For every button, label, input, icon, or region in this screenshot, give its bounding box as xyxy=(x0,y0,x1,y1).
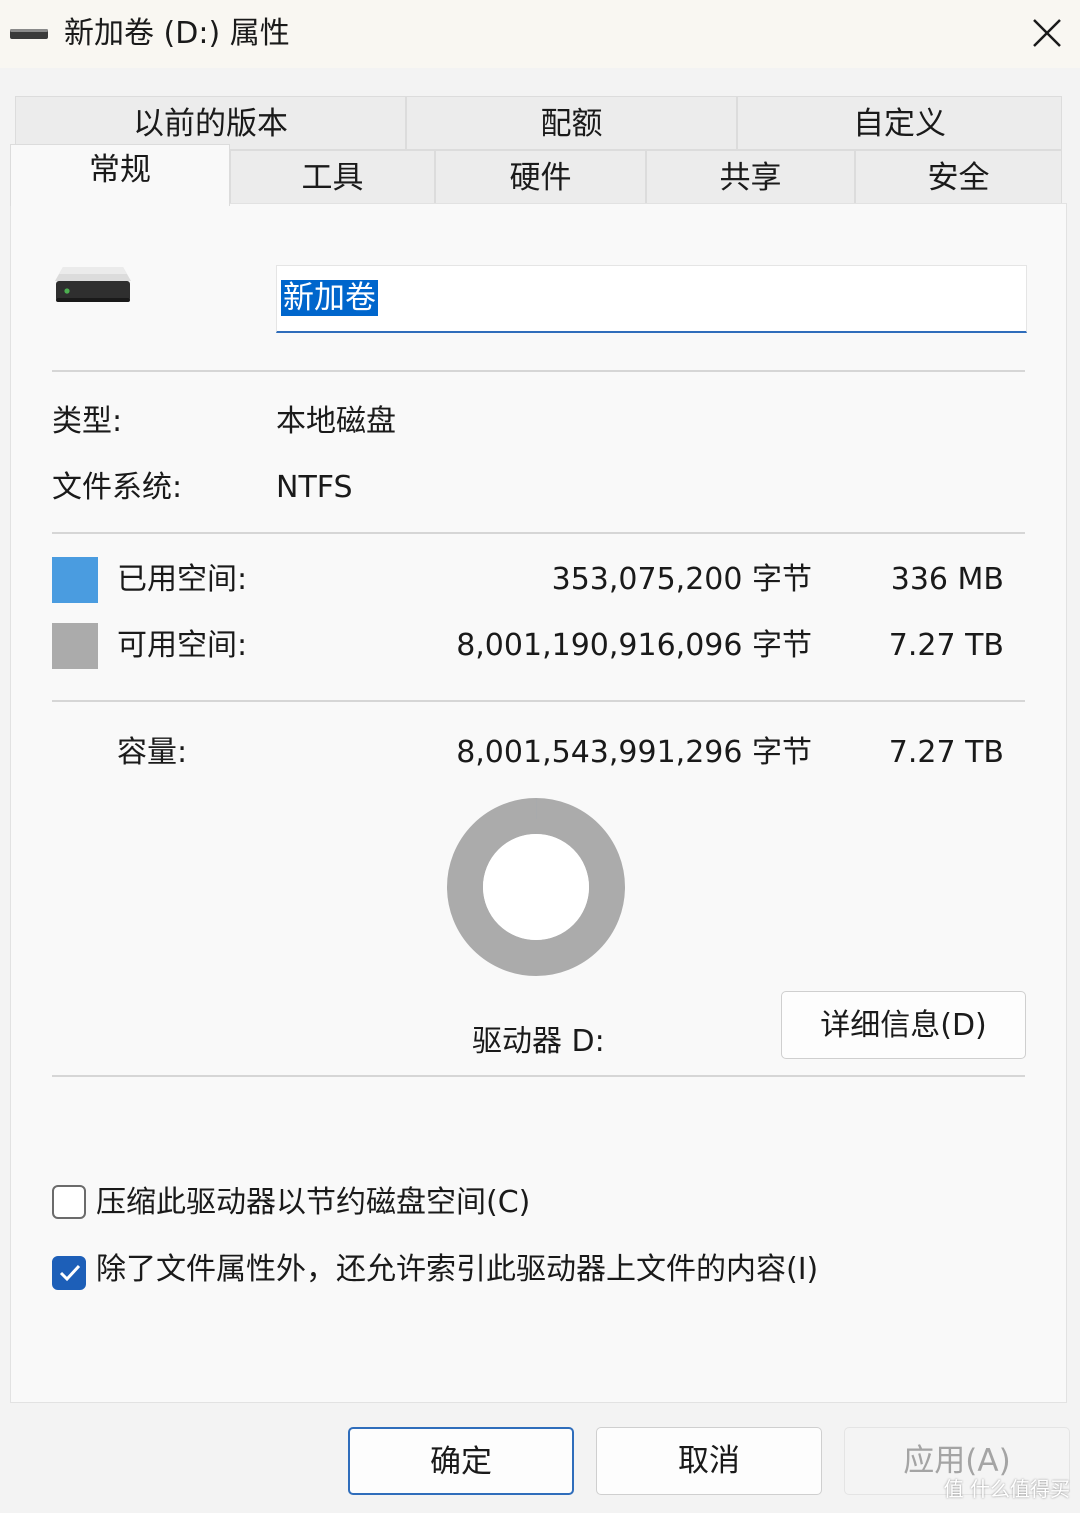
used-space-swatch xyxy=(52,557,98,603)
close-icon xyxy=(1033,19,1061,47)
tab-hardware[interactable]: 硬件 xyxy=(435,150,646,204)
window-title: 新加卷 (D:) 属性 xyxy=(64,16,290,51)
free-space-label: 可用空间: xyxy=(117,628,248,663)
tab-tools[interactable]: 工具 xyxy=(230,150,435,204)
checkmark-icon xyxy=(59,1264,81,1282)
capacity-bytes: 8,001,543,991,296 字节 xyxy=(456,735,812,770)
details-button[interactable]: 详细信息(D) xyxy=(781,991,1026,1059)
index-checkbox[interactable] xyxy=(52,1256,86,1290)
compress-checkbox[interactable] xyxy=(52,1185,86,1219)
tab-quota[interactable]: 配额 xyxy=(406,96,737,150)
tab-security[interactable]: 安全 xyxy=(855,150,1062,204)
used-space-label: 已用空间: xyxy=(117,562,248,597)
index-label: 除了文件属性外，还允许索引此驱动器上文件的内容(I) xyxy=(96,1252,819,1287)
ok-button[interactable]: 确定 xyxy=(348,1427,574,1495)
tab-general[interactable]: 常规 xyxy=(10,144,230,206)
divider xyxy=(52,1075,1025,1077)
free-space-size: 7.27 TB xyxy=(888,628,1004,663)
close-button[interactable] xyxy=(1020,8,1072,60)
title-bar: 新加卷 (D:) 属性 xyxy=(0,0,1080,68)
cancel-button[interactable]: 取消 xyxy=(596,1427,822,1495)
used-space-size: 336 MB xyxy=(890,562,1004,597)
tab-sharing[interactable]: 共享 xyxy=(646,150,855,204)
free-space-bytes: 8,001,190,916,096 字节 xyxy=(456,628,812,663)
volume-name-input[interactable]: 新加卷 xyxy=(276,265,1027,333)
drive-icon xyxy=(10,29,48,39)
drive-letter-label: 驱动器 D: xyxy=(472,1024,605,1059)
filesystem-value: NTFS xyxy=(276,470,353,505)
divider xyxy=(52,370,1025,372)
capacity-size: 7.27 TB xyxy=(888,735,1004,770)
tab-row-back: 以前的版本 配额 自定义 xyxy=(15,96,1062,150)
tab-customize[interactable]: 自定义 xyxy=(737,96,1062,150)
used-space-bytes: 353,075,200 字节 xyxy=(551,562,812,597)
divider xyxy=(52,700,1025,702)
type-label: 类型: xyxy=(52,404,123,439)
volume-name-text: 新加卷 xyxy=(281,280,378,316)
hard-drive-icon xyxy=(55,267,131,302)
type-value: 本地磁盘 xyxy=(276,404,396,439)
compress-label: 压缩此驱动器以节约磁盘空间(C) xyxy=(96,1185,531,1220)
disk-usage-donut xyxy=(447,798,625,976)
watermark: 值 什么值得买 xyxy=(943,1477,1070,1501)
tab-previous-versions[interactable]: 以前的版本 xyxy=(15,96,406,150)
capacity-label: 容量: xyxy=(117,735,188,770)
free-space-swatch xyxy=(52,623,98,669)
filesystem-label: 文件系统: xyxy=(52,470,183,505)
divider xyxy=(52,532,1025,534)
tab-row-front: 工具 硬件 共享 安全 常规 xyxy=(10,144,1062,206)
